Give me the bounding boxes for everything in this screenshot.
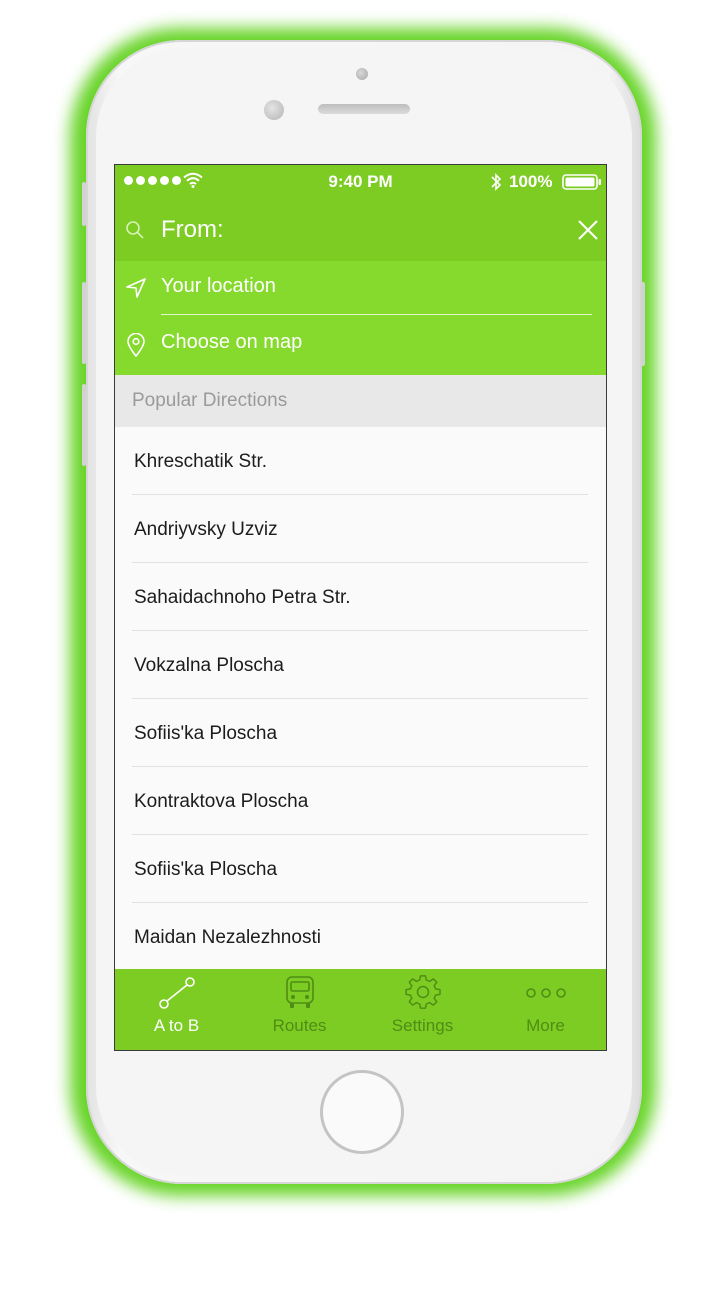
volume-down-button	[82, 384, 86, 466]
tab-label: Routes	[272, 1016, 327, 1035]
directions-list: Khreschatik Str. Andriyvsky Uzviz Sahaid…	[115, 427, 606, 969]
your-location-label: Your location	[161, 275, 276, 297]
divider	[161, 314, 592, 315]
direction-label: Sofiis'ka Ploscha	[134, 859, 278, 880]
close-icon[interactable]	[577, 219, 599, 246]
search-bar[interactable]: From:	[115, 199, 606, 261]
choose-on-map-label: Choose on map	[161, 331, 303, 353]
direction-label: Sofiis'ka Ploscha	[134, 723, 278, 744]
tab-more[interactable]: More	[484, 969, 606, 1050]
navigation-arrow-icon	[125, 277, 147, 304]
tab-label: Settings	[391, 1016, 454, 1035]
app-screen: 9:40 PM 100% From: Your location Choose …	[114, 164, 607, 1051]
direction-label: Khreschatik Str.	[134, 451, 268, 472]
direction-label: Sahaidachnoho Petra Str.	[134, 587, 351, 608]
list-item[interactable]: Vokzalna Ploscha	[115, 631, 606, 699]
tab-routes[interactable]: Routes	[238, 969, 361, 1050]
route-icon	[157, 975, 197, 1011]
gear-icon	[404, 975, 441, 1011]
direction-label: Kontraktova Ploscha	[134, 791, 309, 812]
mute-switch	[82, 182, 86, 226]
direction-label: Maidan Nezalezhnosti	[134, 927, 321, 948]
location-suggestions: Your location Choose on map	[115, 261, 606, 375]
your-location-option[interactable]: Your location	[115, 261, 606, 315]
list-item[interactable]: Kontraktova Ploscha	[115, 767, 606, 835]
volume-up-button	[82, 282, 86, 364]
list-item[interactable]: Sofiis'ka Ploscha	[115, 835, 606, 903]
list-item[interactable]: Andriyvsky Uzviz	[115, 495, 606, 563]
map-pin-icon	[125, 332, 147, 362]
list-item[interactable]: Maidan Nezalezhnosti	[115, 903, 606, 969]
more-icon	[524, 975, 568, 1011]
proximity-sensor	[264, 100, 284, 120]
tab-settings[interactable]: Settings	[361, 969, 484, 1050]
tab-label: More	[526, 1016, 565, 1035]
battery-icon	[562, 174, 602, 195]
tab-a-to-b[interactable]: A to B	[115, 969, 238, 1050]
status-bar: 9:40 PM 100%	[115, 165, 606, 199]
battery-percentage: 100%	[509, 172, 553, 191]
list-item[interactable]: Khreschatik Str.	[115, 427, 606, 495]
bus-icon	[282, 975, 318, 1011]
list-item[interactable]: Sahaidachnoho Petra Str.	[115, 563, 606, 631]
popular-directions-header: Popular Directions	[115, 375, 606, 427]
front-camera	[356, 68, 368, 80]
home-button[interactable]	[320, 1070, 404, 1154]
direction-label: Andriyvsky Uzviz	[134, 519, 278, 540]
search-icon	[125, 220, 145, 245]
list-item[interactable]: Sofiis'ka Ploscha	[115, 699, 606, 767]
tab-label: A to B	[153, 1016, 200, 1035]
direction-label: Vokzalna Ploscha	[134, 655, 284, 676]
from-input-label: From:	[161, 216, 224, 243]
power-button	[641, 282, 645, 366]
section-title: Popular Directions	[132, 390, 288, 411]
choose-on-map-option[interactable]: Choose on map	[115, 317, 606, 371]
tab-bar: A to B Routes Settings More	[115, 969, 606, 1050]
bluetooth-icon	[490, 172, 502, 197]
earpiece-speaker	[318, 104, 410, 114]
